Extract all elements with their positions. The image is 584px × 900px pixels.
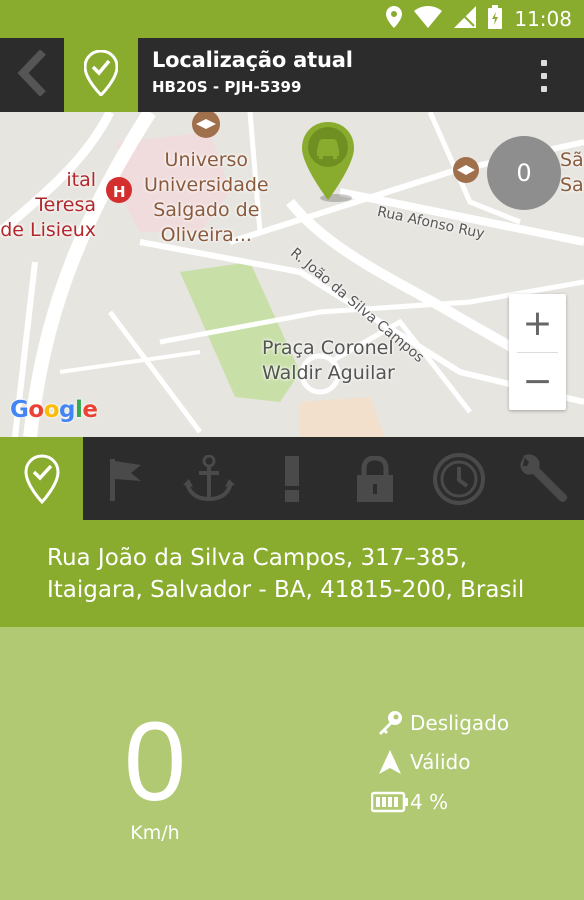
status-bar: 11:08 xyxy=(0,0,584,38)
speed-unit: Km/h xyxy=(130,822,180,844)
tab-flag[interactable] xyxy=(83,437,166,520)
tab-location[interactable] xyxy=(0,437,84,520)
wrench-icon xyxy=(515,452,569,506)
vehicle-subtitle: HB20S - PJH-5399 xyxy=(152,78,302,96)
tab-bar xyxy=(0,437,584,520)
zoom-control: + − xyxy=(509,294,566,410)
tab-lock[interactable] xyxy=(334,437,417,520)
app-logo xyxy=(64,38,138,112)
gps-status: Válido xyxy=(370,750,470,774)
vehicle-marker[interactable] xyxy=(300,120,360,207)
speed-value: 0 xyxy=(123,699,187,824)
battery-status: 4 % xyxy=(370,790,448,814)
signal-icon xyxy=(454,5,477,33)
plaza-label: Praça Coronel Waldir Aguilar xyxy=(262,337,395,384)
navigation-arrow-icon xyxy=(370,750,410,774)
map-view[interactable]: H Universo Universidade Salgado de Oliveira… xyxy=(0,112,584,437)
ignition-label: Desligado xyxy=(410,711,510,735)
zoom-out-button[interactable]: − xyxy=(509,352,566,410)
svg-text:H: H xyxy=(113,183,126,201)
battery-label: 4 % xyxy=(410,790,449,814)
back-button[interactable] xyxy=(0,38,64,112)
address-line-1: Rua João da Silva Campos, 317–385, xyxy=(47,545,468,571)
back-arrow-icon xyxy=(17,48,47,101)
status-time: 11:08 xyxy=(514,7,572,31)
poi-right-label: Sã Sa xyxy=(560,149,584,196)
app-bar: Localização atual HB20S - PJH-5399 xyxy=(0,38,584,112)
battery-icon xyxy=(488,4,503,34)
address-panel: Rua João da Silva Campos, 317–385, Itaig… xyxy=(0,520,584,627)
page-title: Localização atual xyxy=(152,48,353,72)
address-line-2: Itaigara, Salvador - BA, 41815-200, Bras… xyxy=(47,577,525,603)
exclamation-icon xyxy=(282,455,302,502)
ignition-status: Desligado xyxy=(370,710,509,736)
gps-label: Válido xyxy=(410,750,471,774)
google-logo: Google xyxy=(10,397,98,423)
tab-anchor[interactable] xyxy=(167,437,250,520)
lock-icon xyxy=(355,455,395,502)
overflow-menu-icon[interactable] xyxy=(534,56,554,96)
wifi-icon xyxy=(414,5,443,33)
poi-university-label: Universo Universidade Salgado de Oliveira..… xyxy=(144,149,269,246)
anchor-icon xyxy=(182,454,235,503)
tab-history[interactable] xyxy=(417,437,500,520)
key-icon xyxy=(370,710,410,736)
location-icon xyxy=(386,5,403,33)
battery-level-icon xyxy=(370,791,410,813)
location-check-icon xyxy=(83,48,119,101)
tab-settings[interactable] xyxy=(501,437,584,520)
tab-alert[interactable] xyxy=(250,437,333,520)
history-icon xyxy=(432,452,486,506)
zoom-in-button[interactable]: + xyxy=(509,294,566,352)
flag-icon xyxy=(107,457,143,501)
location-check-icon xyxy=(24,453,60,504)
poi-hospital-label: ital Teresa de Lisieux xyxy=(0,169,96,241)
marker-count-badge[interactable]: 0 xyxy=(487,136,561,210)
